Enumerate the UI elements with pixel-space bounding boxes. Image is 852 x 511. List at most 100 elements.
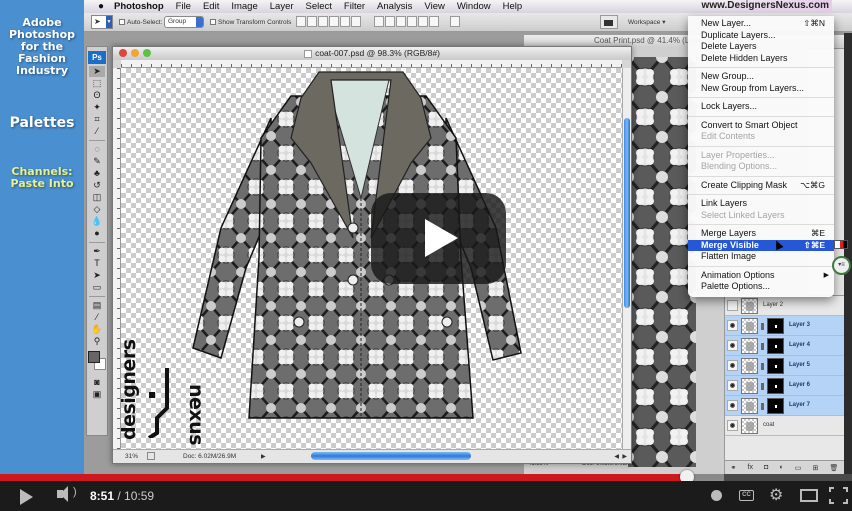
- notes-tool-icon[interactable]: ▤: [89, 300, 105, 311]
- scroll-left-icon[interactable]: ◀: [614, 453, 619, 460]
- menu-item-convert-to-smart-object[interactable]: Convert to Smart Object: [688, 120, 834, 132]
- theater-mode-icon[interactable]: [800, 489, 818, 502]
- history-brush-tool-icon[interactable]: ↺: [89, 180, 105, 191]
- workspace-menu[interactable]: Workspace ▾: [628, 18, 665, 26]
- new-layer-icon[interactable]: ⊞: [813, 464, 819, 472]
- menu-window[interactable]: Window: [457, 1, 491, 12]
- menu-item-link-layers[interactable]: Link Layers: [688, 198, 834, 210]
- eyedropper-tool-icon[interactable]: ⁄: [89, 126, 105, 137]
- mask-link-icon[interactable]: [761, 323, 764, 330]
- layer-row[interactable]: ◉ Layer 4: [725, 336, 844, 356]
- menu-item-new-group[interactable]: New Group...: [688, 71, 834, 83]
- menu-image[interactable]: Image: [231, 1, 257, 12]
- link-icon[interactable]: ⚭: [731, 464, 737, 472]
- visibility-eye-icon[interactable]: [727, 300, 738, 311]
- show-transform-checkbox[interactable]: Show Transform Controls: [210, 19, 291, 26]
- brush-tool-icon[interactable]: ✎: [89, 156, 105, 167]
- align-left-icon[interactable]: [329, 16, 339, 27]
- clone-stamp-tool-icon[interactable]: ♣: [89, 168, 105, 179]
- zoom-level[interactable]: 31%: [125, 453, 138, 460]
- layer-mask-thumbnail[interactable]: [767, 338, 784, 354]
- align-right-icon[interactable]: [351, 16, 361, 27]
- visibility-eye-icon[interactable]: ◉: [727, 420, 738, 431]
- menu-item-new-layer[interactable]: New Layer... ⇧⌘N: [688, 18, 834, 30]
- lasso-tool-icon[interactable]: ʘ: [89, 90, 105, 101]
- screen-mode-icon[interactable]: ▣: [89, 389, 105, 400]
- vertical-scrollbar[interactable]: [622, 68, 631, 449]
- mask-link-icon[interactable]: [761, 343, 764, 350]
- move-tool-icon[interactable]: ➤: [89, 66, 105, 77]
- visibility-eye-icon[interactable]: ◉: [727, 360, 738, 371]
- visibility-eye-icon[interactable]: ◉: [727, 340, 738, 351]
- menu-item-merge-layers[interactable]: Merge Layers ⌘E: [688, 228, 834, 240]
- mask-link-icon[interactable]: [761, 363, 764, 370]
- scroll-right-icon[interactable]: ▶: [622, 453, 627, 460]
- visibility-eye-icon[interactable]: ◉: [727, 380, 738, 391]
- mask-link-icon[interactable]: [761, 403, 764, 410]
- play-icon[interactable]: [20, 489, 33, 505]
- visibility-eye-icon[interactable]: ◉: [727, 320, 738, 331]
- distribute-top-icon[interactable]: [374, 16, 384, 27]
- menu-analysis[interactable]: Analysis: [377, 1, 412, 12]
- distribute-hcenter-icon[interactable]: [418, 16, 428, 27]
- menu-photoshop[interactable]: Photoshop: [114, 1, 164, 12]
- mask-icon[interactable]: ◘: [764, 464, 768, 471]
- layer-row[interactable]: ◉ Layer 5: [725, 356, 844, 376]
- quick-mask-icon[interactable]: ◙: [89, 377, 105, 388]
- zoom-tool-icon[interactable]: ⚲: [89, 336, 105, 347]
- menu-item-merge-visible[interactable]: Merge Visible ⇧⌘E: [688, 239, 834, 251]
- menu-view[interactable]: View: [424, 1, 444, 12]
- apple-icon[interactable]: ●: [98, 1, 104, 12]
- auto-align-icon[interactable]: [450, 16, 460, 27]
- menu-item-palette-options[interactable]: Palette Options...: [688, 281, 834, 293]
- menu-item-lock-layers[interactable]: Lock Layers...: [688, 101, 834, 113]
- auto-select-checkbox[interactable]: Auto-Select:: [119, 19, 162, 26]
- layer-row[interactable]: Layer 2: [725, 296, 844, 316]
- zoom-options-icon[interactable]: [147, 452, 155, 460]
- adjustment-icon[interactable]: ◐: [779, 464, 783, 471]
- bridge-icon[interactable]: [600, 15, 618, 29]
- distribute-vcenter-icon[interactable]: [385, 16, 395, 27]
- shape-tool-icon[interactable]: ▭: [89, 282, 105, 293]
- tool-preset-picker[interactable]: ➤ ▼: [91, 15, 113, 29]
- menu-item-flatten-image[interactable]: Flatten Image: [688, 251, 834, 263]
- layer-row[interactable]: ◉ Layer 6: [725, 376, 844, 396]
- menu-item-create-clipping-mask[interactable]: Create Clipping Mask ⌥⌘G: [688, 180, 834, 192]
- video-play-overlay-button[interactable]: [371, 193, 506, 284]
- layer-row[interactable]: ◉ Layer 7: [725, 396, 844, 416]
- healing-brush-tool-icon[interactable]: ◌: [89, 144, 105, 155]
- menu-select[interactable]: Select: [306, 1, 332, 12]
- paint-bucket-tool-icon[interactable]: ◇: [89, 204, 105, 215]
- menu-item-delete-layers[interactable]: Delete Layers: [688, 41, 834, 53]
- menu-help[interactable]: Help: [503, 1, 523, 12]
- vertical-scroll-thumb[interactable]: [624, 118, 630, 308]
- eraser-tool-icon[interactable]: ◫: [89, 192, 105, 203]
- distribute-right-icon[interactable]: [429, 16, 439, 27]
- settings-gear-icon[interactable]: ⚙: [769, 485, 783, 505]
- minimize-window-button[interactable]: [131, 49, 139, 57]
- layer-mask-thumbnail[interactable]: [767, 398, 784, 414]
- menu-item-delete-hidden-layers[interactable]: Delete Hidden Layers: [688, 53, 834, 65]
- menu-edit[interactable]: Edit: [203, 1, 219, 12]
- fullscreen-icon[interactable]: [829, 487, 848, 504]
- blur-tool-icon[interactable]: 💧: [89, 216, 105, 227]
- menu-item-animation-options[interactable]: Animation Options ▶: [688, 270, 834, 282]
- hand-tool-icon[interactable]: ✋: [89, 324, 105, 335]
- type-tool-icon[interactable]: T: [89, 258, 105, 269]
- align-vcenter-icon[interactable]: [307, 16, 317, 27]
- color-swatches[interactable]: [88, 351, 106, 373]
- horizontal-ruler[interactable]: [121, 60, 622, 68]
- watch-later-icon[interactable]: [711, 490, 722, 501]
- magic-wand-tool-icon[interactable]: ✦: [89, 102, 105, 113]
- group-icon[interactable]: ▭: [795, 464, 802, 472]
- pen-tool-icon[interactable]: ✒: [89, 246, 105, 257]
- layer-mask-thumbnail[interactable]: [767, 378, 784, 394]
- marquee-tool-icon[interactable]: ⬚: [89, 78, 105, 89]
- dodge-tool-icon[interactable]: ●: [89, 228, 105, 239]
- panel-menu-button-highlight[interactable]: ▾≡: [832, 256, 851, 275]
- menu-item-duplicate-layers[interactable]: Duplicate Layers...: [688, 30, 834, 42]
- visibility-eye-icon[interactable]: ◉: [727, 400, 738, 411]
- vertical-ruler[interactable]: [113, 68, 121, 449]
- mask-link-icon[interactable]: [761, 383, 764, 390]
- status-menu-arrow-icon[interactable]: ▶: [261, 453, 266, 460]
